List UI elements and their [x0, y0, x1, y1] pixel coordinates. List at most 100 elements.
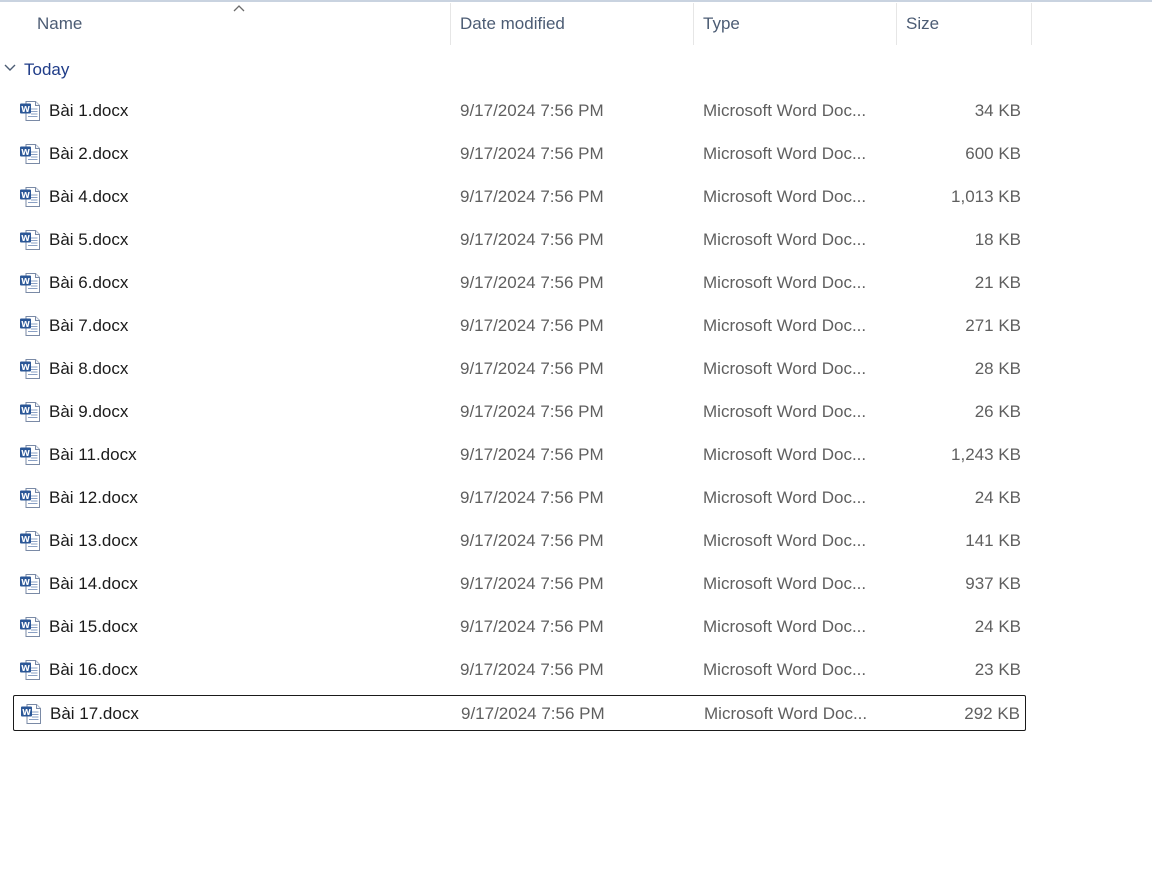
file-size: 34 KB	[974, 101, 1021, 120]
file-row[interactable]: W Bài 6.docx 9/17/2024 7:56 PM Microsoft…	[13, 265, 1026, 301]
file-row[interactable]: W Bài 2.docx 9/17/2024 7:56 PM Microsoft…	[13, 136, 1026, 172]
file-type: Microsoft Word Doc...	[704, 704, 868, 723]
file-date-modified: 9/17/2024 7:56 PM	[460, 574, 604, 593]
file-row[interactable]: W Bài 7.docx 9/17/2024 7:56 PM Microsoft…	[13, 308, 1026, 344]
word-document-icon: W	[20, 402, 40, 422]
group-header-today[interactable]: Today	[0, 54, 300, 86]
column-header-size[interactable]: Size	[906, 3, 939, 45]
file-type: Microsoft Word Doc...	[703, 574, 867, 593]
word-document-icon: W	[20, 488, 40, 508]
file-row[interactable]: W Bài 16.docx 9/17/2024 7:56 PM Microsof…	[13, 652, 1026, 688]
svg-text:W: W	[22, 708, 31, 717]
top-border	[0, 0, 1152, 2]
word-document-icon: W	[21, 704, 41, 724]
file-date-modified: 9/17/2024 7:56 PM	[460, 187, 604, 206]
file-row[interactable]: W Bài 5.docx 9/17/2024 7:56 PM Microsoft…	[13, 222, 1026, 258]
svg-text:W: W	[21, 191, 30, 200]
file-size: 23 KB	[974, 660, 1021, 679]
file-size: 600 KB	[965, 144, 1021, 163]
file-size: 141 KB	[965, 531, 1021, 550]
file-row[interactable]: W Bài 14.docx 9/17/2024 7:56 PM Microsof…	[13, 566, 1026, 602]
file-type: Microsoft Word Doc...	[703, 359, 867, 378]
file-row[interactable]: W Bài 11.docx 9/17/2024 7:56 PM Microsof…	[13, 437, 1026, 473]
word-document-icon: W	[20, 574, 40, 594]
file-size: 26 KB	[974, 402, 1021, 421]
column-divider[interactable]	[1031, 3, 1032, 45]
file-size: 24 KB	[974, 488, 1021, 507]
file-name: Bài 2.docx	[49, 144, 129, 163]
file-name: Bài 9.docx	[49, 402, 129, 421]
column-header-bar: Name Date modified Type Size	[0, 3, 1152, 45]
file-date-modified: 9/17/2024 7:56 PM	[460, 531, 604, 550]
file-type: Microsoft Word Doc...	[703, 402, 867, 421]
file-size: 1,243 KB	[951, 445, 1021, 464]
file-size: 21 KB	[974, 273, 1021, 292]
sort-ascending-icon	[233, 5, 245, 12]
column-divider[interactable]	[450, 3, 451, 45]
file-row[interactable]: W Bài 15.docx 9/17/2024 7:56 PM Microsof…	[13, 609, 1026, 645]
file-type: Microsoft Word Doc...	[703, 144, 867, 163]
file-size: 18 KB	[974, 230, 1021, 249]
svg-text:W: W	[21, 449, 30, 458]
svg-text:W: W	[21, 105, 30, 114]
file-date-modified: 9/17/2024 7:56 PM	[460, 230, 604, 249]
word-document-icon: W	[20, 531, 40, 551]
word-document-icon: W	[20, 187, 40, 207]
file-size: 271 KB	[965, 316, 1021, 335]
file-type: Microsoft Word Doc...	[703, 445, 867, 464]
column-header-date[interactable]: Date modified	[460, 3, 565, 45]
column-divider[interactable]	[693, 3, 694, 45]
word-document-icon: W	[20, 660, 40, 680]
file-row[interactable]: W Bài 9.docx 9/17/2024 7:56 PM Microsoft…	[13, 394, 1026, 430]
word-document-icon: W	[20, 144, 40, 164]
file-size: 1,013 KB	[951, 187, 1021, 206]
column-header-name[interactable]: Name	[37, 3, 82, 45]
file-name: Bài 6.docx	[49, 273, 129, 292]
file-name: Bài 17.docx	[50, 704, 139, 723]
file-row[interactable]: W Bài 4.docx 9/17/2024 7:56 PM Microsoft…	[13, 179, 1026, 215]
file-name: Bài 15.docx	[49, 617, 138, 636]
file-date-modified: 9/17/2024 7:56 PM	[460, 617, 604, 636]
file-name: Bài 1.docx	[49, 101, 129, 120]
svg-text:W: W	[21, 535, 30, 544]
file-row[interactable]: W Bài 13.docx 9/17/2024 7:56 PM Microsof…	[13, 523, 1026, 559]
file-type: Microsoft Word Doc...	[703, 531, 867, 550]
file-type: Microsoft Word Doc...	[703, 101, 867, 120]
file-type: Microsoft Word Doc...	[703, 273, 867, 292]
file-name: Bài 14.docx	[49, 574, 138, 593]
file-row[interactable]: W Bài 17.docx 9/17/2024 7:56 PM Microsof…	[13, 695, 1026, 731]
svg-text:W: W	[21, 148, 30, 157]
svg-text:W: W	[21, 277, 30, 286]
svg-text:W: W	[21, 664, 30, 673]
file-date-modified: 9/17/2024 7:56 PM	[460, 316, 604, 335]
file-date-modified: 9/17/2024 7:56 PM	[460, 273, 604, 292]
column-header-type[interactable]: Type	[703, 3, 740, 45]
file-type: Microsoft Word Doc...	[703, 230, 867, 249]
word-document-icon: W	[20, 101, 40, 121]
word-document-icon: W	[20, 316, 40, 336]
svg-text:W: W	[21, 621, 30, 630]
file-size: 292 KB	[964, 704, 1020, 723]
svg-text:W: W	[21, 320, 30, 329]
file-size: 28 KB	[974, 359, 1021, 378]
file-name: Bài 11.docx	[49, 445, 137, 464]
svg-text:W: W	[21, 406, 30, 415]
file-type: Microsoft Word Doc...	[703, 617, 867, 636]
word-document-icon: W	[20, 273, 40, 293]
file-name: Bài 4.docx	[49, 187, 129, 206]
svg-text:W: W	[21, 492, 30, 501]
file-type: Microsoft Word Doc...	[703, 187, 867, 206]
chevron-down-icon[interactable]	[3, 61, 17, 75]
column-divider[interactable]	[896, 3, 897, 45]
file-row[interactable]: W Bài 1.docx 9/17/2024 7:56 PM Microsoft…	[13, 93, 1026, 129]
file-row[interactable]: W Bài 12.docx 9/17/2024 7:56 PM Microsof…	[13, 480, 1026, 516]
file-row[interactable]: W Bài 8.docx 9/17/2024 7:56 PM Microsoft…	[13, 351, 1026, 387]
svg-text:W: W	[21, 234, 30, 243]
file-name: Bài 13.docx	[49, 531, 138, 550]
file-type: Microsoft Word Doc...	[703, 660, 867, 679]
file-date-modified: 9/17/2024 7:56 PM	[460, 660, 604, 679]
word-document-icon: W	[20, 445, 40, 465]
file-name: Bài 16.docx	[49, 660, 138, 679]
file-date-modified: 9/17/2024 7:56 PM	[460, 101, 604, 120]
svg-text:W: W	[21, 578, 30, 587]
